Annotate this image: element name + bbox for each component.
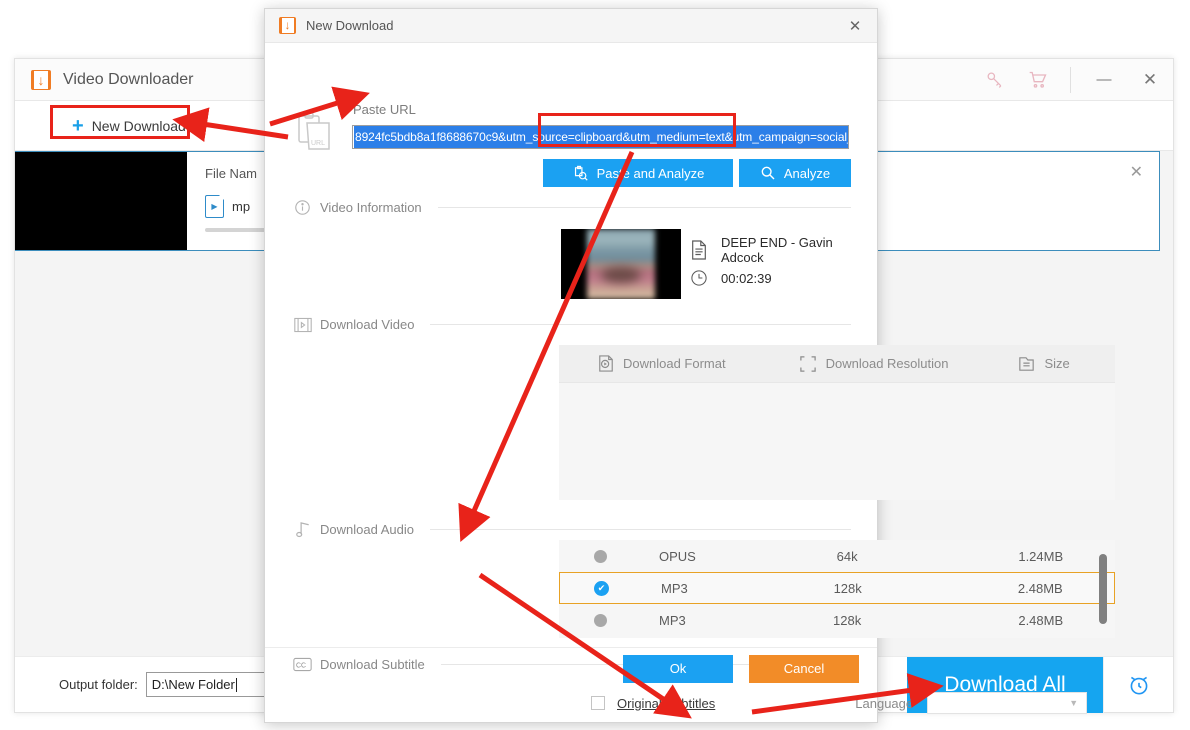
remove-item-icon[interactable]: ✕ <box>1130 162 1143 182</box>
audio-format: MP3 <box>659 612 686 628</box>
output-folder-value: D:\New Folder <box>151 677 235 692</box>
download-video-table-header: Download Format Download Resolution Size <box>559 345 1115 383</box>
app-title: Video Downloader <box>63 70 194 88</box>
cancel-button[interactable]: Cancel <box>749 654 859 683</box>
audio-size: 2.48MB <box>1018 612 1064 628</box>
video-file-icon <box>205 195 224 218</box>
info-icon <box>293 198 312 217</box>
video-title-row: DEEP END - Gavin Adcock <box>689 235 877 265</box>
audio-size: 1.24MB <box>1018 548 1064 564</box>
column-size: Size <box>1018 355 1070 372</box>
audio-row[interactable]: MP3 128k 2.48MB <box>559 604 1115 636</box>
column-download-resolution: Download Resolution <box>800 355 949 372</box>
radio-unselected-icon[interactable] <box>594 613 607 627</box>
download-thumbnail <box>15 152 187 250</box>
screenshot-root: Video Downloader — ✕ + <box>0 0 1190 730</box>
close-button[interactable]: ✕ <box>1127 59 1173 100</box>
key-icon[interactable] <box>972 59 1016 100</box>
dialog-footer: Ok Cancel <box>265 647 877 689</box>
original-subtitles-label: Original Subtitles <box>617 695 716 711</box>
column-size-label: Size <box>1044 356 1070 371</box>
audio-bitrate: 64k <box>836 548 858 564</box>
search-icon <box>760 165 776 181</box>
dialog-close-button[interactable]: ✕ <box>845 16 865 36</box>
download-audio-section-header: Download Audio <box>293 520 851 539</box>
section-rule <box>430 324 851 325</box>
subtitle-options-row: Original Subtitles Language ▼ <box>559 691 1115 715</box>
download-video-section-header: Download Video <box>293 315 851 334</box>
titlebar-right-controls: — ✕ <box>972 59 1173 100</box>
section-rule <box>437 207 851 208</box>
column-download-resolution-label: Download Resolution <box>825 356 949 371</box>
paste-and-analyze-label: Paste and Analyze <box>596 165 705 181</box>
dialog-titlebar: New Download ✕ <box>265 9 877 43</box>
url-input[interactable]: 8924fc5bdb8a1f8688670c9&utm_source=clipb… <box>352 125 849 149</box>
download-audio-list[interactable]: OPUS 64k 1.24MB MP3 128k 2.48MB MP3 128k… <box>559 540 1115 638</box>
video-duration-row: 00:02:39 <box>689 268 772 288</box>
size-icon <box>1018 355 1035 372</box>
cart-icon[interactable] <box>1016 59 1060 100</box>
download-video-table: Download Format Download Resolution Size <box>559 345 1115 500</box>
film-icon <box>293 315 312 334</box>
plus-icon: + <box>72 115 84 137</box>
video-duration: 00:02:39 <box>721 270 772 286</box>
minimize-button[interactable]: — <box>1081 59 1127 100</box>
section-rule <box>429 529 851 530</box>
language-select[interactable]: ▼ <box>927 692 1088 714</box>
chevron-down-icon: ▼ <box>1069 698 1079 708</box>
analyze-button[interactable]: Analyze <box>739 159 851 187</box>
video-thumbnail <box>561 229 681 299</box>
paste-and-analyze-button[interactable]: Paste and Analyze <box>543 159 733 187</box>
paste-analyze-icon <box>572 165 589 182</box>
titlebar-divider <box>1070 66 1071 93</box>
audio-format: OPUS <box>659 548 696 564</box>
dialog-body: URL Paste URL 8924fc5bdb8a1f8688670c9&ut… <box>265 43 1115 714</box>
audio-format: MP3 <box>661 580 688 596</box>
document-icon <box>689 240 709 260</box>
audio-bitrate: 128k <box>833 612 862 628</box>
new-download-label: New Download <box>91 118 186 134</box>
video-title: DEEP END - Gavin Adcock <box>721 235 833 265</box>
url-action-buttons: Paste and Analyze Analyze <box>265 159 877 187</box>
url-input-value: 8924fc5bdb8a1f8688670c9&utm_source=clipb… <box>354 126 848 148</box>
video-information-section-header: Video Information <box>293 198 851 217</box>
radio-unselected-icon[interactable] <box>594 549 607 563</box>
video-thumbnail-image <box>587 229 655 299</box>
svg-text:URL: URL <box>311 140 325 147</box>
download-video-label: Download Video <box>320 317 415 332</box>
output-folder-label: Output folder: <box>59 677 138 692</box>
clipboard-url-icon: URL <box>297 111 333 153</box>
language-label: Language <box>855 695 914 711</box>
new-download-button[interactable]: + New Download <box>58 110 200 142</box>
downloader-logo-icon <box>31 69 51 91</box>
clock-icon <box>689 268 709 288</box>
column-download-format-label: Download Format <box>623 356 726 371</box>
music-note-icon <box>293 520 312 539</box>
audio-row[interactable]: OPUS 64k 1.24MB <box>559 540 1115 572</box>
radio-selected-icon[interactable] <box>594 580 609 596</box>
format-icon <box>597 355 614 372</box>
new-download-dialog: New Download ✕ URL Paste URL 8924fc5bdb8… <box>264 8 1115 723</box>
audio-size: 2.48MB <box>1017 580 1063 596</box>
dialog-title: New Download <box>306 18 394 33</box>
download-audio-label: Download Audio <box>320 522 414 537</box>
resolution-icon <box>800 355 817 372</box>
original-subtitles-checkbox[interactable] <box>591 696 605 710</box>
text-caret <box>235 677 237 692</box>
video-information-label: Video Information <box>320 200 422 215</box>
ok-button[interactable]: Ok <box>623 654 733 683</box>
analyze-label: Analyze <box>783 165 831 181</box>
audio-bitrate: 128k <box>833 580 862 596</box>
dialog-logo-icon <box>279 15 296 35</box>
audio-row-selected[interactable]: MP3 128k 2.48MB <box>559 572 1115 604</box>
file-type-text: mp <box>232 199 251 214</box>
column-download-format: Download Format <box>597 355 726 372</box>
audio-list-scrollbar[interactable] <box>1099 554 1107 624</box>
paste-url-label: Paste URL <box>353 102 416 117</box>
